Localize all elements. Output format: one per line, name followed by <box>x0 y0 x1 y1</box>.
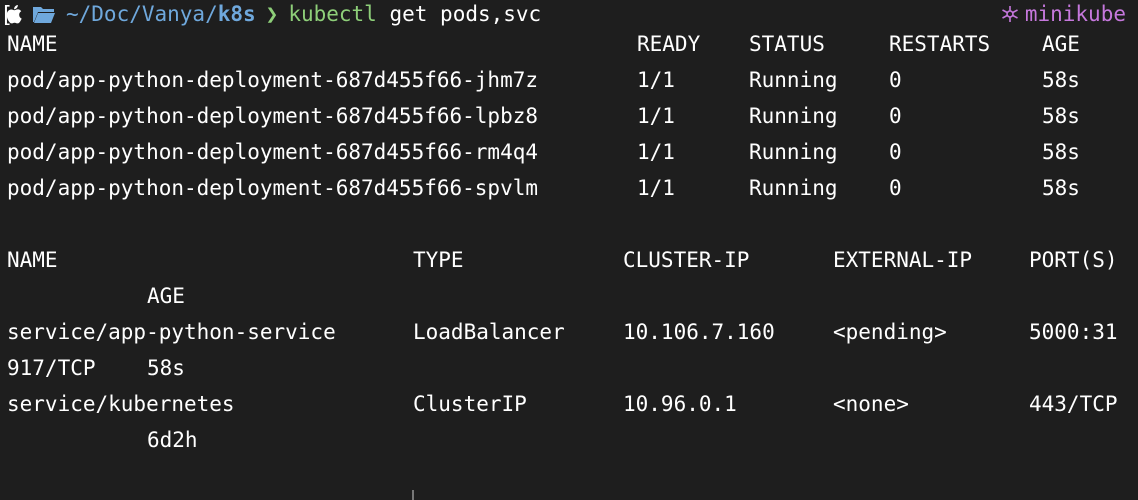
service-row: service/app-python-service LoadBalancer … <box>0 314 1138 350</box>
svc-header-age: AGE <box>147 284 185 308</box>
pod-age: 58s <box>1042 68 1080 92</box>
pods-header-restarts: RESTARTS <box>889 32 991 56</box>
pod-age: 58s <box>1042 176 1080 200</box>
svc-external-ip: <none> <box>833 392 909 416</box>
command-args-text: get pods,svc <box>389 2 542 26</box>
kubernetes-icon <box>1001 6 1018 22</box>
folder-open-icon <box>33 7 55 23</box>
command-name: kubectl <box>288 2 377 26</box>
pod-restarts: 0 <box>889 68 902 92</box>
svc-ports: 5000:31 <box>1029 320 1118 344</box>
prompt-path: ~/Doc/Vanya/ <box>66 2 218 26</box>
svc-header-ports: PORT(S) <box>1029 248 1118 272</box>
apple-icon <box>6 5 22 24</box>
pod-age: 58s <box>1042 104 1080 128</box>
pod-status: Running <box>749 140 838 164</box>
svc-age: 6d2h <box>147 428 198 452</box>
pod-row: pod/app-python-deployment-687d455f66-rm4… <box>0 134 1138 170</box>
service-row: service/kubernetes ClusterIP 10.96.0.1 <… <box>0 386 1138 422</box>
services-header-row: NAME TYPE CLUSTER-IP EXTERNAL-IP PORT(S) <box>0 242 1138 278</box>
pod-name: pod/app-python-deployment-687d455f66-jhm… <box>7 68 539 92</box>
pod-age: 58s <box>1042 140 1080 164</box>
services-header-row-wrap: AGE <box>0 278 1138 314</box>
svc-ports: 443/TCP <box>1029 392 1118 416</box>
pod-name: pod/app-python-deployment-687d455f66-lpb… <box>7 104 539 128</box>
pod-restarts: 0 <box>889 176 902 200</box>
svc-cluster-ip: 10.96.0.1 <box>623 392 737 416</box>
pod-ready: 1/1 <box>637 104 675 128</box>
svc-header-name: NAME <box>7 248 58 272</box>
pod-row: pod/app-python-deployment-687d455f66-spv… <box>0 170 1138 206</box>
svc-header-type: TYPE <box>413 248 464 272</box>
pods-header-age: AGE <box>1042 32 1080 56</box>
kube-context: minikube <box>1001 0 1126 28</box>
pod-name: pod/app-python-deployment-687d455f66-spv… <box>7 176 539 200</box>
pods-header-name: NAME <box>7 32 58 56</box>
pod-status: Running <box>749 68 838 92</box>
pod-status: Running <box>749 176 838 200</box>
service-row-wrap: 917/TCP 58s <box>0 350 1138 386</box>
text-cursor <box>412 490 414 500</box>
pod-row: pod/app-python-deployment-687d455f66-lpb… <box>0 98 1138 134</box>
service-row-wrap: 6d2h <box>0 422 1138 458</box>
svc-header-cluster-ip: CLUSTER-IP <box>623 248 750 272</box>
context-name: minikube <box>1024 2 1126 26</box>
svc-age: 58s <box>147 356 185 380</box>
svc-ports-wrap: 917/TCP <box>7 356 96 380</box>
terminal-window[interactable]: [ ~/Doc/Vanya/k8s❯kubectl get pods,svc <box>0 0 1138 500</box>
svc-header-external-ip: EXTERNAL-IP <box>833 248 973 272</box>
pod-restarts: 0 <box>889 140 902 164</box>
svc-name: service/app-python-service <box>7 320 336 344</box>
prompt-segment: ~/Doc/Vanya/k8s ❯ kubectl get pods,svc <box>6 0 541 28</box>
prompt-current-dir: k8s <box>217 2 256 26</box>
pod-ready: 1/1 <box>637 68 675 92</box>
pod-ready: 1/1 <box>637 140 675 164</box>
pods-header-row: NAME READY STATUS RESTARTS AGE <box>0 26 1138 62</box>
pods-header-ready: READY <box>637 32 701 56</box>
pod-status: Running <box>749 104 838 128</box>
svc-external-ip: <pending> <box>833 320 947 344</box>
pod-row: pod/app-python-deployment-687d455f66-jhm… <box>0 62 1138 98</box>
svc-cluster-ip: 10.106.7.160 <box>623 320 775 344</box>
svc-type: ClusterIP <box>413 392 527 416</box>
pod-restarts: 0 <box>889 104 902 128</box>
chevron-right-icon: ❯ <box>265 2 279 26</box>
command-args <box>377 3 390 25</box>
pod-ready: 1/1 <box>637 176 675 200</box>
pods-header-status: STATUS <box>749 32 825 56</box>
svc-name: service/kubernetes <box>7 392 235 416</box>
pod-name: pod/app-python-deployment-687d455f66-rm4… <box>7 140 539 164</box>
svc-type: LoadBalancer <box>413 320 565 344</box>
